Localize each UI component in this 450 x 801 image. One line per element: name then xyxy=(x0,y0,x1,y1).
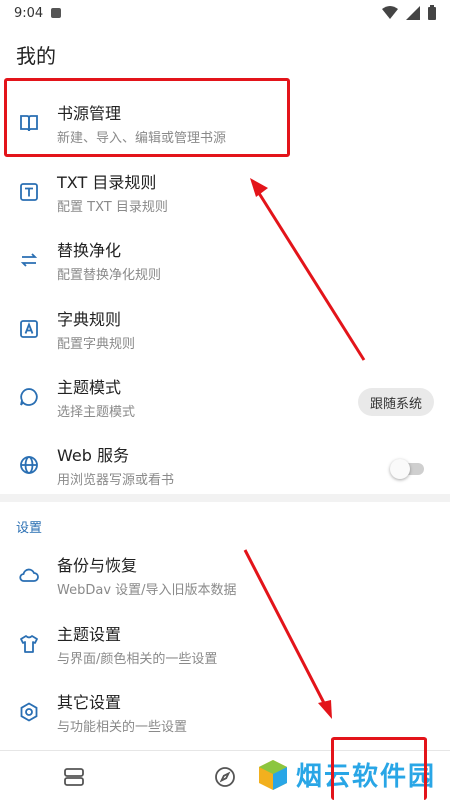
item-subtitle: 选择主题模式 xyxy=(57,405,136,420)
cloud-icon xyxy=(18,564,40,586)
globe-icon xyxy=(18,454,40,476)
item-subtitle: WebDav 设置/导入旧版本数据 xyxy=(57,583,237,598)
menu-item-txt-toc-rules[interactable]: TXT 目录规则 配置 TXT 目录规则 xyxy=(0,159,450,227)
menu-item-dictionary-rules[interactable]: 字典规则 配置字典规则 xyxy=(0,296,450,364)
compass-icon[interactable] xyxy=(213,765,237,789)
dictionary-a-icon xyxy=(18,318,40,340)
item-title: 其它设置 xyxy=(57,693,122,712)
item-subtitle: 与功能相关的一些设置 xyxy=(57,720,188,735)
menu-item-theme-mode[interactable]: 主题模式 选择主题模式 跟随系统 xyxy=(0,364,450,432)
item-subtitle: 用浏览器写源或看书 xyxy=(57,473,175,488)
menu-item-replace-purify[interactable]: 替换净化 配置替换净化规则 xyxy=(0,227,450,295)
toggle-knob xyxy=(390,459,410,479)
watermark-cube-icon xyxy=(259,759,287,790)
hexagon-gear-icon xyxy=(18,701,40,723)
shirt-icon xyxy=(18,633,40,655)
theme-mode-value[interactable]: 跟随系统 xyxy=(357,388,434,416)
signal-icon xyxy=(406,5,420,20)
bookshelf-icon[interactable] xyxy=(62,765,86,789)
item-title: 替换净化 xyxy=(57,241,122,260)
item-title: 主题模式 xyxy=(57,378,122,397)
menu-item-web-service[interactable]: Web 服务 用浏览器写源或看书 xyxy=(0,432,450,500)
status-time: 9:04 xyxy=(14,5,44,21)
battery-icon xyxy=(428,5,436,20)
menu-item-backup-restore[interactable]: 备份与恢复 WebDav 设置/导入旧版本数据 xyxy=(0,542,450,610)
txt-t-icon xyxy=(18,181,40,203)
highlight-box-bottom-right xyxy=(331,737,427,800)
item-title: TXT 目录规则 xyxy=(57,173,157,192)
swap-arrows-icon xyxy=(18,249,40,271)
notification-icon xyxy=(51,8,62,18)
highlight-box-book-source xyxy=(4,78,290,157)
item-subtitle: 配置 TXT 目录规则 xyxy=(57,200,168,215)
item-title: 字典规则 xyxy=(57,310,122,329)
item-title: Web 服务 xyxy=(57,446,129,465)
item-title: 主题设置 xyxy=(57,625,122,644)
item-title: 备份与恢复 xyxy=(57,556,138,575)
page-title: 我的 xyxy=(16,44,56,68)
item-subtitle: 与界面/颜色相关的一些设置 xyxy=(57,652,218,667)
item-subtitle: 配置替换净化规则 xyxy=(57,268,162,283)
settings-section-label: 设置 xyxy=(16,521,43,536)
status-bar: 9:04 xyxy=(0,0,450,26)
menu-item-theme-settings[interactable]: 主题设置 与界面/颜色相关的一些设置 xyxy=(0,611,450,679)
web-service-toggle[interactable] xyxy=(390,459,424,479)
status-icons xyxy=(382,5,436,20)
item-subtitle: 配置字典规则 xyxy=(57,337,136,352)
wifi-icon xyxy=(382,5,398,19)
chat-bubble-icon xyxy=(18,386,40,408)
